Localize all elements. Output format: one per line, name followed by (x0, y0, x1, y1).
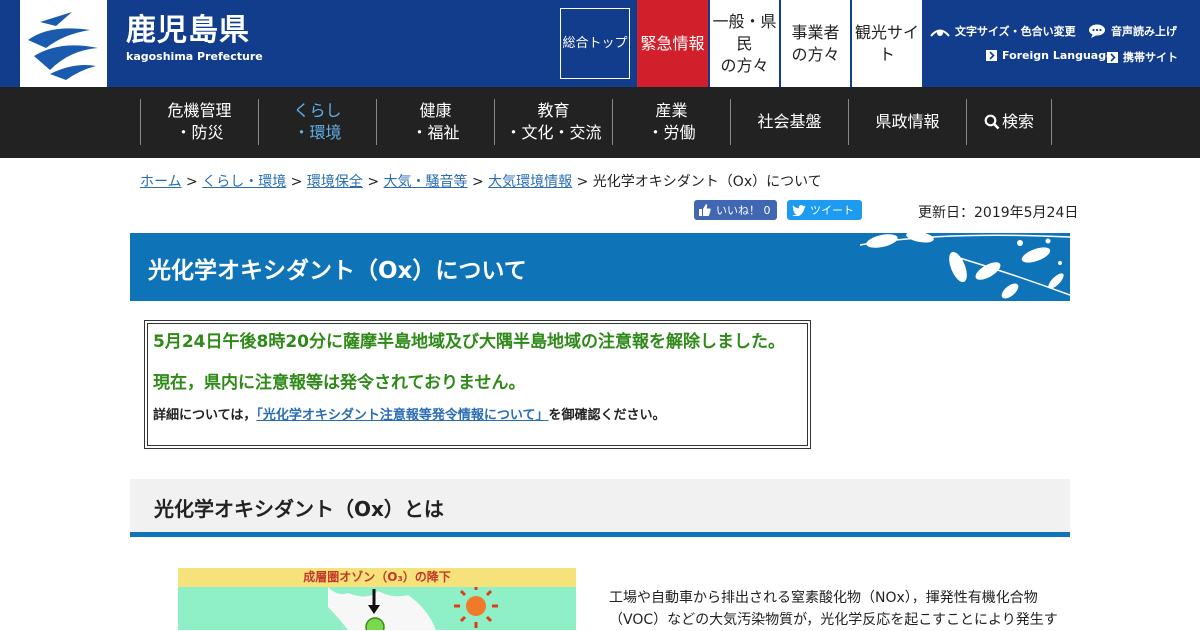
mobile-site-link[interactable]: 携帯サイト (1107, 49, 1178, 65)
gnav-label-1: 産業 (655, 101, 688, 120)
site-name: 鹿児島県 (126, 13, 250, 48)
breadcrumb-separator: > (467, 174, 489, 190)
residents-label-1: 一般・県 (712, 11, 777, 31)
gnav-label-1: 危機管理 (167, 101, 232, 120)
notice-box-inner: 5月24日午後8時20分に薩摩半島地域及び大隅半島地域の注意報を解除しました。 … (147, 323, 808, 446)
notice-box: 5月24日午後8時20分に薩摩半島地域及び大隅半島地域の注意報を解除しました。 … (144, 320, 811, 449)
gnav-crisis[interactable]: 危機管理 ・防災 (140, 99, 258, 145)
page-title: 光化学オキシダント（Ox）について (148, 258, 527, 284)
gnav-industry[interactable]: 産業 ・労働 (612, 99, 730, 145)
notice-detail-suffix: を御確認ください。 (548, 408, 666, 423)
speech-bubble-icon (1089, 24, 1105, 38)
emergency-info-link[interactable]: 緊急情報 (637, 0, 708, 87)
twitter-bird-icon (792, 204, 806, 216)
breadcrumb-living[interactable]: くらし・環境 (202, 174, 286, 190)
body-text-line-1: 工場や自動車から排出される窒素酸化物（NOx），揮発性有機化合物 (609, 590, 1038, 606)
text-size-color-link[interactable]: 文字サイズ・色合い変更 (930, 23, 1076, 39)
site-name-en: kagoshima Prefecture (126, 50, 263, 63)
notice-detail-line: 詳細については，「光化学オキシダント注意報等発令情報について」を御確認ください。 (153, 404, 802, 423)
voice-reading-link[interactable]: 音声読み上げ (1088, 23, 1177, 39)
emergency-info-label: 緊急情報 (640, 33, 705, 53)
gnav-label-1: 社会基盤 (757, 112, 822, 131)
facebook-like-button[interactable]: いいね！ 0 (694, 200, 777, 220)
breadcrumb-separator: > (181, 174, 203, 190)
gnav-label-2: ・文化・交流 (505, 123, 602, 142)
voice-reading-label: 音声読み上げ (1111, 25, 1177, 38)
body-text-line-2: （VOC）などの大気汚染物質が，光化学反応を起こすことにより発生す (609, 612, 1058, 628)
text-size-color-label: 文字サイズ・色合い変更 (955, 25, 1076, 38)
search-icon (984, 114, 1000, 130)
business-label-1: 事業者 (791, 22, 840, 42)
mobile-site-label: 携帯サイト (1123, 51, 1178, 64)
gnav-education[interactable]: 教育 ・文化・交流 (494, 99, 612, 145)
breadcrumb-air-noise[interactable]: 大気・騒音等 (384, 174, 468, 190)
residents-label-2: 民 (736, 33, 753, 53)
foreign-language-link[interactable]: Foreign Language (986, 49, 1114, 62)
breadcrumb-separator: > (362, 174, 384, 190)
foreign-language-label: Foreign Language (1002, 49, 1114, 62)
breadcrumb-separator: > (286, 174, 307, 190)
gnav-search[interactable]: 検索 (966, 99, 1052, 145)
gnav-label-2: ・環境 (293, 123, 342, 142)
gnav-label-2: ・労働 (647, 123, 696, 142)
breadcrumb-environment[interactable]: 環境保全 (307, 174, 363, 190)
updated-date: 更新日：2019年5月24日 (918, 205, 1079, 221)
breadcrumb-current: 光化学オキシダント（Ox）について (592, 174, 822, 190)
section-heading: 光化学オキシダント（Ox）とは (130, 479, 1070, 537)
gnav-label-1: 県政情報 (875, 112, 940, 131)
residents-link[interactable]: 一般・県 民 の方々 (710, 0, 779, 87)
gnav-search-label: 検索 (1001, 112, 1034, 131)
site-header: 鹿児島県 kagoshima Prefecture 総合トップ 緊急情報 一般・… (0, 0, 1200, 87)
notice-current-status: 現在，県内に注意報等は発令されておりません。 (153, 373, 526, 393)
chevron-right-icon (1107, 51, 1118, 63)
gnav-label-2: ・福祉 (411, 123, 460, 142)
leaf-decoration-icon (860, 233, 1070, 299)
tourism-label-1: 観光サイ (854, 22, 919, 42)
tweet-label: ツイート (810, 204, 854, 217)
notice-detail-link[interactable]: 「光化学オキシダント注意報等発令情報について」 (256, 408, 548, 423)
section-body-text: 工場や自動車から排出される窒素酸化物（NOx），揮発性有機化合物 （VOC）など… (609, 587, 1058, 631)
gnav-label-2: ・防災 (175, 123, 224, 142)
breadcrumb-home[interactable]: ホーム (140, 174, 182, 190)
global-nav: 危機管理・防災 くらし・環境 健康・福祉 教育・文化・交流 産業・労働 社会基盤… (0, 87, 1200, 158)
notice-detail-prefix: 詳細については， (153, 408, 257, 423)
breadcrumb-air-info[interactable]: 大気環境情報 (488, 174, 572, 190)
diagram-caption: 成層圏オゾン（O₃）の降下 (178, 568, 576, 587)
tweet-button[interactable]: ツイート (787, 200, 862, 220)
gnav-label-1: くらし (293, 101, 342, 120)
sun-icon (454, 587, 498, 628)
gnav-prefectural-admin[interactable]: 県政情報 (848, 99, 966, 145)
tourism-label-2: ト (878, 44, 895, 64)
gnav-health[interactable]: 健康 ・福祉 (376, 99, 494, 145)
page-title-band: 光化学オキシダント（Ox）について (130, 233, 1070, 301)
ozone-diagram: 成層圏オゾン（O₃）の降下 (178, 568, 576, 630)
breadcrumb-separator: > (572, 174, 593, 190)
home-top-label: 総合トップ (562, 35, 628, 51)
notice-lifted-message: 5月24日午後8時20分に薩摩半島地域及び大隅半島地域の注意報を解除しました。 (153, 332, 785, 352)
business-label-2: の方々 (791, 44, 840, 64)
accessibility-icon (930, 29, 950, 37)
gnav-label-1: 健康 (419, 101, 452, 120)
gnav-infrastructure[interactable]: 社会基盤 (730, 99, 848, 145)
gnav-label-1: 教育 (537, 101, 570, 120)
ozone-molecule-icon (365, 617, 385, 630)
business-link[interactable]: 事業者 の方々 (781, 0, 850, 87)
chevron-right-icon (986, 50, 997, 61)
residents-label-3: の方々 (720, 55, 769, 75)
prefecture-emblem-icon (28, 12, 98, 80)
diagram-illustration (328, 587, 498, 630)
home-top-link[interactable]: 総合トップ (560, 8, 630, 79)
prefecture-logo[interactable] (20, 0, 107, 87)
section-title: 光化学オキシダント（Ox）とは (154, 497, 444, 521)
gnav-living[interactable]: くらし ・環境 (258, 99, 376, 145)
site-logo-text[interactable]: 鹿児島県 kagoshima Prefecture (126, 14, 263, 64)
like-label: いいね！ 0 (716, 204, 771, 217)
tourism-link[interactable]: 観光サイ ト (852, 0, 922, 87)
thumbs-up-icon (699, 204, 711, 216)
breadcrumb: ホーム > くらし・環境 > 環境保全 > 大気・騒音等 > 大気環境情報 > … (140, 171, 822, 191)
